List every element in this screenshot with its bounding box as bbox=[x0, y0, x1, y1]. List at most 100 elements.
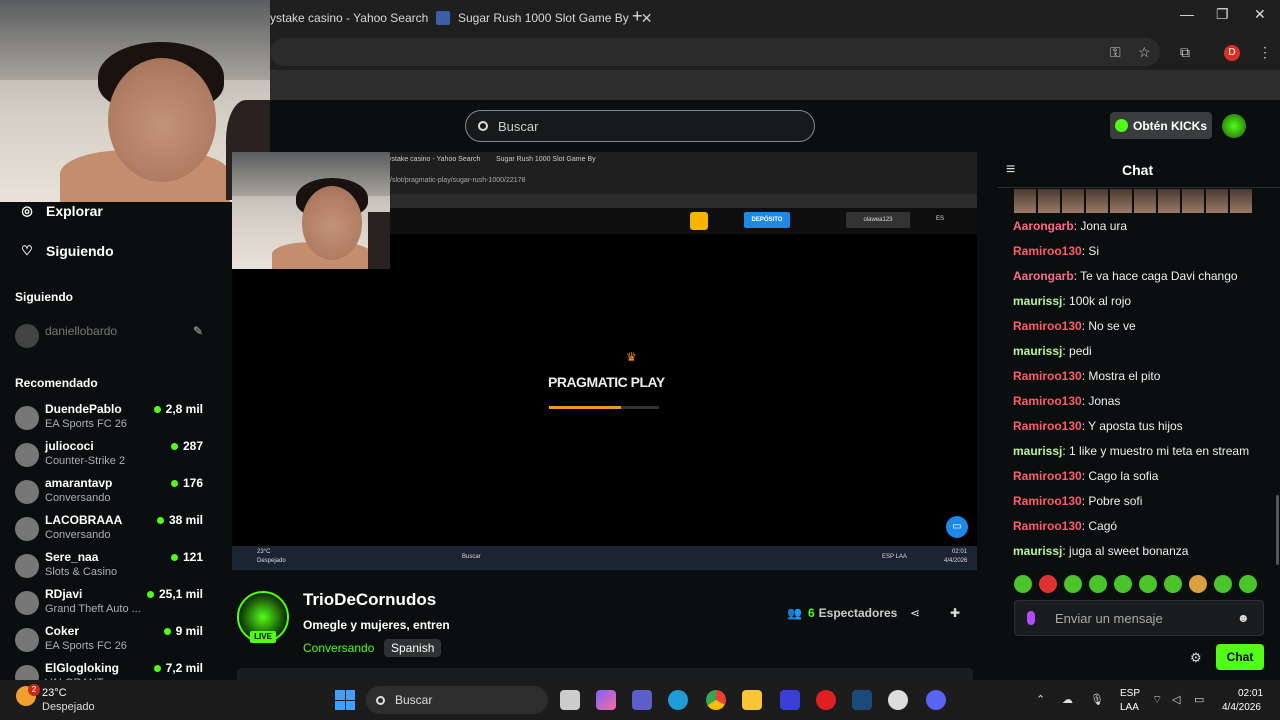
emote-button[interactable] bbox=[1139, 575, 1157, 593]
emote-button[interactable] bbox=[1239, 575, 1257, 593]
profile-avatar[interactable]: D bbox=[1224, 45, 1240, 61]
language-layout[interactable]: LAA bbox=[1120, 702, 1139, 713]
recommended-channel[interactable]: DuendePablo EA Sports FC 26 2,8 mil bbox=[15, 402, 205, 436]
following-item[interactable]: daniellobardo ✎ bbox=[15, 320, 205, 354]
recommended-channel[interactable]: juliococi Counter-Strike 2 287 bbox=[15, 439, 205, 473]
volume-icon[interactable]: ◁ bbox=[1172, 693, 1180, 706]
follow-icon[interactable]: ✚ bbox=[950, 606, 960, 620]
chat-username[interactable]: Ramiroo130 bbox=[1013, 469, 1082, 483]
chat-username[interactable]: Ramiroo130 bbox=[1013, 244, 1082, 258]
close-icon[interactable]: ✕ bbox=[641, 10, 653, 27]
copilot-icon[interactable] bbox=[596, 690, 616, 710]
viewer-number: 2,8 mil bbox=[165, 402, 203, 416]
discord-icon[interactable] bbox=[926, 690, 946, 710]
chat-scrollbar[interactable] bbox=[1276, 495, 1279, 565]
clock-time[interactable]: 02:01 bbox=[1238, 688, 1263, 699]
gear-icon[interactable]: ⚙ bbox=[1190, 650, 1202, 666]
emote-button[interactable] bbox=[1114, 575, 1132, 593]
opera-icon[interactable] bbox=[816, 690, 836, 710]
emoji-icon[interactable]: ☻ bbox=[1237, 611, 1250, 625]
new-tab-button[interactable]: + bbox=[632, 6, 643, 27]
teams-icon[interactable] bbox=[632, 690, 652, 710]
emote-button[interactable] bbox=[1014, 575, 1032, 593]
app-icon[interactable] bbox=[780, 690, 800, 710]
user-avatar[interactable] bbox=[1222, 114, 1246, 138]
stream-category[interactable]: Conversando bbox=[303, 641, 374, 655]
browser-tab-sugar-rush[interactable]: Sugar Rush 1000 Slot Game By ✕ bbox=[428, 4, 661, 32]
search-input[interactable]: Buscar bbox=[465, 110, 815, 142]
emote-button[interactable] bbox=[1164, 575, 1182, 593]
video-deposit-button: DEPÓSITO bbox=[744, 212, 790, 228]
stream-channel-name[interactable]: TrioDeCornudos bbox=[303, 590, 436, 610]
chat-username[interactable]: maurissj bbox=[1013, 294, 1062, 308]
get-kicks-button[interactable]: Obtén KICKs bbox=[1110, 112, 1212, 139]
taskbar-search[interactable]: Buscar bbox=[366, 686, 548, 714]
microphone-icon[interactable] bbox=[1027, 611, 1035, 625]
emote-image bbox=[1134, 189, 1156, 213]
emote-button[interactable] bbox=[1214, 575, 1232, 593]
steam-icon[interactable] bbox=[852, 690, 872, 710]
recommended-channel[interactable]: amarantavp Conversando 176 bbox=[15, 476, 205, 510]
send-chat-button[interactable]: Chat bbox=[1216, 644, 1264, 670]
menu-icon[interactable]: ⋮ bbox=[1258, 44, 1272, 61]
maximize-button[interactable]: ❐ bbox=[1216, 6, 1229, 23]
battery-icon[interactable]: ▭ bbox=[1194, 693, 1204, 706]
task-view-icon[interactable] bbox=[560, 690, 580, 710]
emote-button[interactable] bbox=[1189, 575, 1207, 593]
chat-text: Cago la sofia bbox=[1088, 469, 1159, 483]
webcam-overlay-inner bbox=[232, 152, 390, 269]
start-button[interactable] bbox=[335, 690, 355, 710]
chevron-up-icon[interactable]: ⌃ bbox=[1036, 693, 1045, 706]
video-inner-taskbar: 23°C Despejado Buscar ESP LAA 02:01 4/4/… bbox=[232, 546, 977, 570]
recommended-channel[interactable]: Coker EA Sports FC 26 9 mil bbox=[15, 624, 205, 658]
edge-icon[interactable] bbox=[668, 690, 688, 710]
channel-name: daniellobardo bbox=[45, 324, 118, 338]
window-close-button[interactable]: ✕ bbox=[1254, 6, 1266, 23]
chat-username[interactable]: Ramiroo130 bbox=[1013, 494, 1082, 508]
chat-username[interactable]: Ramiroo130 bbox=[1013, 369, 1082, 383]
cloud-icon[interactable]: ☁ bbox=[1062, 693, 1073, 706]
language-indicator[interactable]: ESP bbox=[1120, 688, 1140, 699]
live-dot-icon bbox=[146, 590, 154, 598]
clock-date[interactable]: 4/4/2026 bbox=[1222, 702, 1261, 713]
recommended-channel[interactable]: LACOBRAAA Conversando 38 mil bbox=[15, 513, 205, 547]
chat-username[interactable]: maurissj bbox=[1013, 344, 1062, 358]
file-explorer-icon[interactable] bbox=[742, 690, 762, 710]
vip-icon bbox=[690, 212, 708, 230]
emote-button[interactable] bbox=[1039, 575, 1057, 593]
collapse-chat-icon[interactable]: ≡ bbox=[1006, 161, 1015, 179]
sidebar-item-explorar[interactable]: ◎ Explorar bbox=[20, 203, 102, 219]
chat-message: Ramiroo130: Pobre sofi bbox=[1013, 494, 1142, 508]
obs-icon[interactable] bbox=[888, 690, 908, 710]
chrome-icon[interactable] bbox=[706, 690, 726, 710]
emote-button[interactable] bbox=[1089, 575, 1107, 593]
recommended-channel[interactable]: Sere_naa Slots & Casino 121 bbox=[15, 550, 205, 584]
chat-username[interactable]: Aarongarb bbox=[1013, 219, 1074, 233]
chat-username[interactable]: Ramiroo130 bbox=[1013, 394, 1082, 408]
emote-button[interactable] bbox=[1064, 575, 1082, 593]
key-icon[interactable]: ⚿ bbox=[1110, 44, 1121, 61]
stream-language-tag[interactable]: Spanish bbox=[384, 639, 442, 657]
channel-category: EA Sports FC 26 bbox=[45, 418, 127, 430]
chat-username[interactable]: Ramiroo130 bbox=[1013, 519, 1082, 533]
chat-text: Si bbox=[1088, 244, 1100, 258]
sidebar-item-siguiendo[interactable]: ♡ Siguiendo bbox=[20, 243, 114, 259]
recommended-channel[interactable]: RDjavi Grand Theft Auto ... 25,1 mil bbox=[15, 587, 205, 621]
chat-username[interactable]: Ramiroo130 bbox=[1013, 319, 1082, 333]
wifi-icon[interactable]: ⌔ bbox=[1152, 693, 1162, 707]
chat-username[interactable]: Ramiroo130 bbox=[1013, 419, 1082, 433]
microphone-tray-icon[interactable]: 🎙 bbox=[1090, 693, 1104, 706]
avatar bbox=[15, 443, 39, 467]
chat-username[interactable]: Aarongarb bbox=[1013, 269, 1074, 283]
address-bar[interactable] bbox=[270, 38, 1160, 66]
chat-username[interactable]: maurissj bbox=[1013, 444, 1062, 458]
avatar bbox=[15, 591, 39, 615]
channel-name: Coker bbox=[45, 624, 80, 638]
share-icon[interactable]: ⋖ bbox=[910, 606, 920, 620]
chat-username[interactable]: maurissj bbox=[1013, 544, 1062, 558]
chat-message-input[interactable]: Enviar un mensaje bbox=[1014, 600, 1264, 636]
extensions-icon[interactable]: ⧉ bbox=[1180, 44, 1190, 61]
channel-category: Counter-Strike 2 bbox=[45, 455, 126, 467]
minimize-button[interactable]: — bbox=[1180, 6, 1194, 22]
star-icon[interactable]: ☆ bbox=[1138, 44, 1151, 61]
